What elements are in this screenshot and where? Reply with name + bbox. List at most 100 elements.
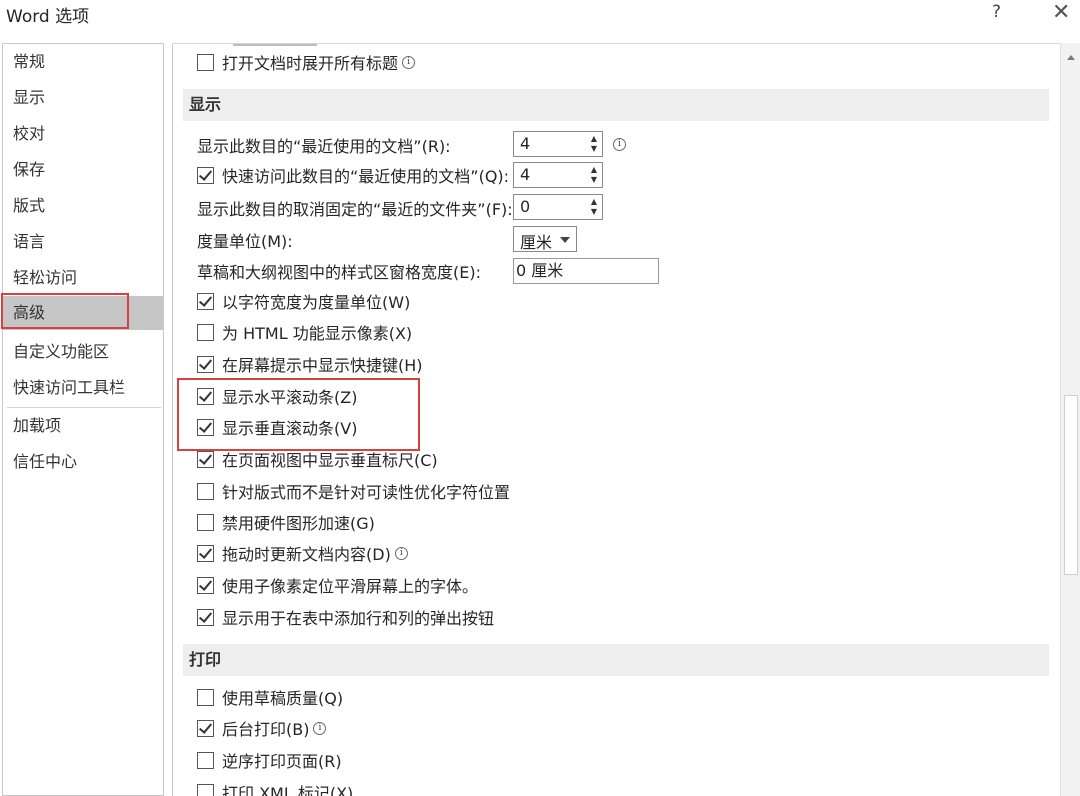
spinner-value: 0 [520, 197, 531, 216]
sidebar-item-general[interactable]: 常规 [3, 45, 163, 79]
option-label: 使用子像素定位平滑屏幕上的字体。 [222, 577, 479, 596]
option-label: 显示此数目的取消固定的“最近的文件夹”(F): [197, 200, 513, 219]
option-label: 拖动时更新文档内容(D) [222, 545, 391, 564]
option-row: 快速访问此数目的“最近使用的文档”(Q): [197, 163, 509, 187]
option-row: 后台打印(B) i [197, 716, 327, 740]
recent-docs-spinner[interactable]: 4 ▲ ▼ [513, 131, 603, 157]
spinner-arrows-icon[interactable]: ▲ ▼ [588, 197, 600, 217]
option-label: 在屏幕提示中显示快捷键(H) [222, 356, 423, 375]
section-header-print: 打印 [183, 644, 1049, 676]
option-label: 打印 XML 标记(X) [222, 784, 354, 796]
horizontal-scrollbar-checkbox[interactable] [197, 387, 214, 405]
option-row: 禁用硬件图形加速(G) [197, 510, 375, 534]
option-row: 显示用于在表中添加行和列的弹出按钮 [197, 605, 494, 629]
option-row: 在屏幕提示中显示快捷键(H) [197, 352, 423, 376]
help-button[interactable]: ? [992, 2, 1001, 22]
scroll-up-icon[interactable] [1067, 55, 1075, 60]
options-sidebar: 常规 显示 校对 保存 版式 语言 轻松访问 高级 自定义功能区 快速访问工具栏… [2, 43, 164, 796]
section-header-display: 显示 [183, 89, 1049, 121]
quick-access-docs-checkbox[interactable] [197, 166, 214, 184]
sidebar-item-save[interactable]: 保存 [3, 153, 163, 187]
sidebar-item-trust-center[interactable]: 信任中心 [3, 445, 163, 479]
sidebar-item-add-ins[interactable]: 加载项 [3, 409, 163, 443]
sidebar-item-accessibility[interactable]: 轻松访问 [3, 261, 163, 295]
sidebar-divider [7, 407, 161, 408]
option-label: 为 HTML 功能显示像素(X) [222, 324, 413, 343]
option-label: 使用草稿质量(Q) [222, 689, 344, 708]
style-area-width-input[interactable]: 0 厘米 [513, 258, 659, 284]
sidebar-item-display[interactable]: 显示 [3, 81, 163, 115]
option-label: 快速访问此数目的“最近使用的文档”(Q): [222, 167, 510, 186]
close-icon[interactable]: ✕ [1052, 0, 1070, 25]
chevron-down-icon [560, 237, 570, 243]
screentip-shortcuts-checkbox[interactable] [197, 355, 214, 373]
subpixel-positioning-checkbox[interactable] [197, 576, 214, 594]
reverse-print-checkbox[interactable] [197, 751, 214, 769]
disable-hw-acceleration-checkbox[interactable] [197, 513, 214, 531]
sidebar-item-advanced[interactable]: 高级 [3, 296, 163, 330]
option-label: 显示水平滚动条(Z) [222, 388, 358, 407]
option-row: 拖动时更新文档内容(D) i [197, 541, 408, 565]
vertical-scrollbar[interactable] [1060, 43, 1080, 796]
option-label: 草稿和大纲视图中的样式区窗格宽度(E): [197, 263, 481, 282]
spinner-value: 4 [520, 165, 531, 184]
option-label: 针对版式而不是针对可读性优化字符位置 [222, 483, 511, 502]
html-pixels-checkbox[interactable] [197, 323, 214, 341]
options-content: 打开文档时展开所有标题 i 显示 显示此数目的“最近使用的文档”(R): 4 ▲… [172, 43, 1060, 796]
sidebar-item-language[interactable]: 语言 [3, 225, 163, 259]
quick-access-docs-spinner[interactable]: 4 ▲ ▼ [513, 162, 603, 188]
draft-quality-checkbox[interactable] [197, 688, 214, 706]
info-icon: i [313, 721, 327, 735]
option-label: 显示用于在表中添加行和列的弹出按钮 [222, 609, 495, 628]
option-row: 在页面视图中显示垂直标尺(C) [197, 447, 438, 471]
info-icon: i [402, 55, 416, 69]
sidebar-item-customize-ribbon[interactable]: 自定义功能区 [3, 335, 163, 369]
option-row: 使用草稿质量(Q) [197, 685, 343, 709]
option-row: 打印 XML 标记(X) [197, 780, 353, 796]
option-row: 使用子像素定位平滑屏幕上的字体。 [197, 573, 478, 597]
spinner-value: 4 [520, 134, 531, 153]
title-bar: Word 选项 ? ✕ [0, 0, 1080, 42]
measure-unit-select[interactable]: 厘米 [513, 226, 577, 252]
info-icon: i [394, 546, 408, 560]
sidebar-item-proofing[interactable]: 校对 [3, 117, 163, 151]
option-row: 显示垂直滚动条(V) [197, 415, 357, 439]
spinner-arrows-icon[interactable]: ▲ ▼ [588, 134, 600, 154]
option-row: 度量单位(M): [197, 228, 293, 252]
option-row: 为 HTML 功能显示像素(X) [197, 320, 412, 344]
option-label: 度量单位(M): [197, 232, 293, 251]
option-label: 逆序打印页面(R) [222, 752, 342, 771]
option-label: 打开文档时展开所有标题 [222, 54, 399, 73]
update-on-drag-checkbox[interactable] [197, 544, 214, 562]
option-label: 禁用硬件图形加速(G) [222, 514, 375, 533]
unpinned-folders-spinner[interactable]: 0 ▲ ▼ [513, 194, 603, 220]
clipped-control-edge [233, 44, 317, 46]
option-row: 草稿和大纲视图中的样式区窗格宽度(E): [197, 259, 481, 283]
background-print-checkbox[interactable] [197, 719, 214, 737]
option-label: 在页面视图中显示垂直标尺(C) [222, 451, 438, 470]
vertical-scrollbar-checkbox[interactable] [197, 418, 214, 436]
expand-headings-checkbox[interactable] [197, 53, 214, 71]
option-row: 显示此数目的取消固定的“最近的文件夹”(F): [197, 196, 513, 220]
scrollbar-thumb[interactable] [1064, 395, 1078, 575]
print-xml-tags-checkbox[interactable] [197, 783, 214, 796]
vertical-ruler-checkbox[interactable] [197, 450, 214, 468]
char-width-units-checkbox[interactable] [197, 292, 214, 310]
option-row: 打开文档时展开所有标题 i [197, 50, 416, 74]
option-row: 针对版式而不是针对可读性优化字符位置 [197, 479, 510, 503]
option-label: 显示此数目的“最近使用的文档”(R): [197, 137, 451, 156]
option-label: 后台打印(B) [222, 720, 310, 739]
option-label: 显示垂直滚动条(V) [222, 419, 358, 438]
option-row: 逆序打印页面(R) [197, 748, 342, 772]
option-row: 以字符宽度为度量单位(W) [197, 289, 410, 313]
select-value: 厘米 [520, 233, 553, 252]
info-icon: i [613, 138, 626, 151]
table-insert-buttons-checkbox[interactable] [197, 608, 214, 626]
optimize-char-position-checkbox[interactable] [197, 482, 214, 500]
window-title: Word 选项 [6, 7, 90, 27]
sidebar-item-quick-access-toolbar[interactable]: 快速访问工具栏 [3, 371, 163, 405]
sidebar-item-layout[interactable]: 版式 [3, 189, 163, 223]
spinner-arrows-icon[interactable]: ▲ ▼ [588, 165, 600, 185]
option-row: 显示水平滚动条(Z) [197, 384, 357, 408]
option-row: 显示此数目的“最近使用的文档”(R): [197, 133, 451, 157]
